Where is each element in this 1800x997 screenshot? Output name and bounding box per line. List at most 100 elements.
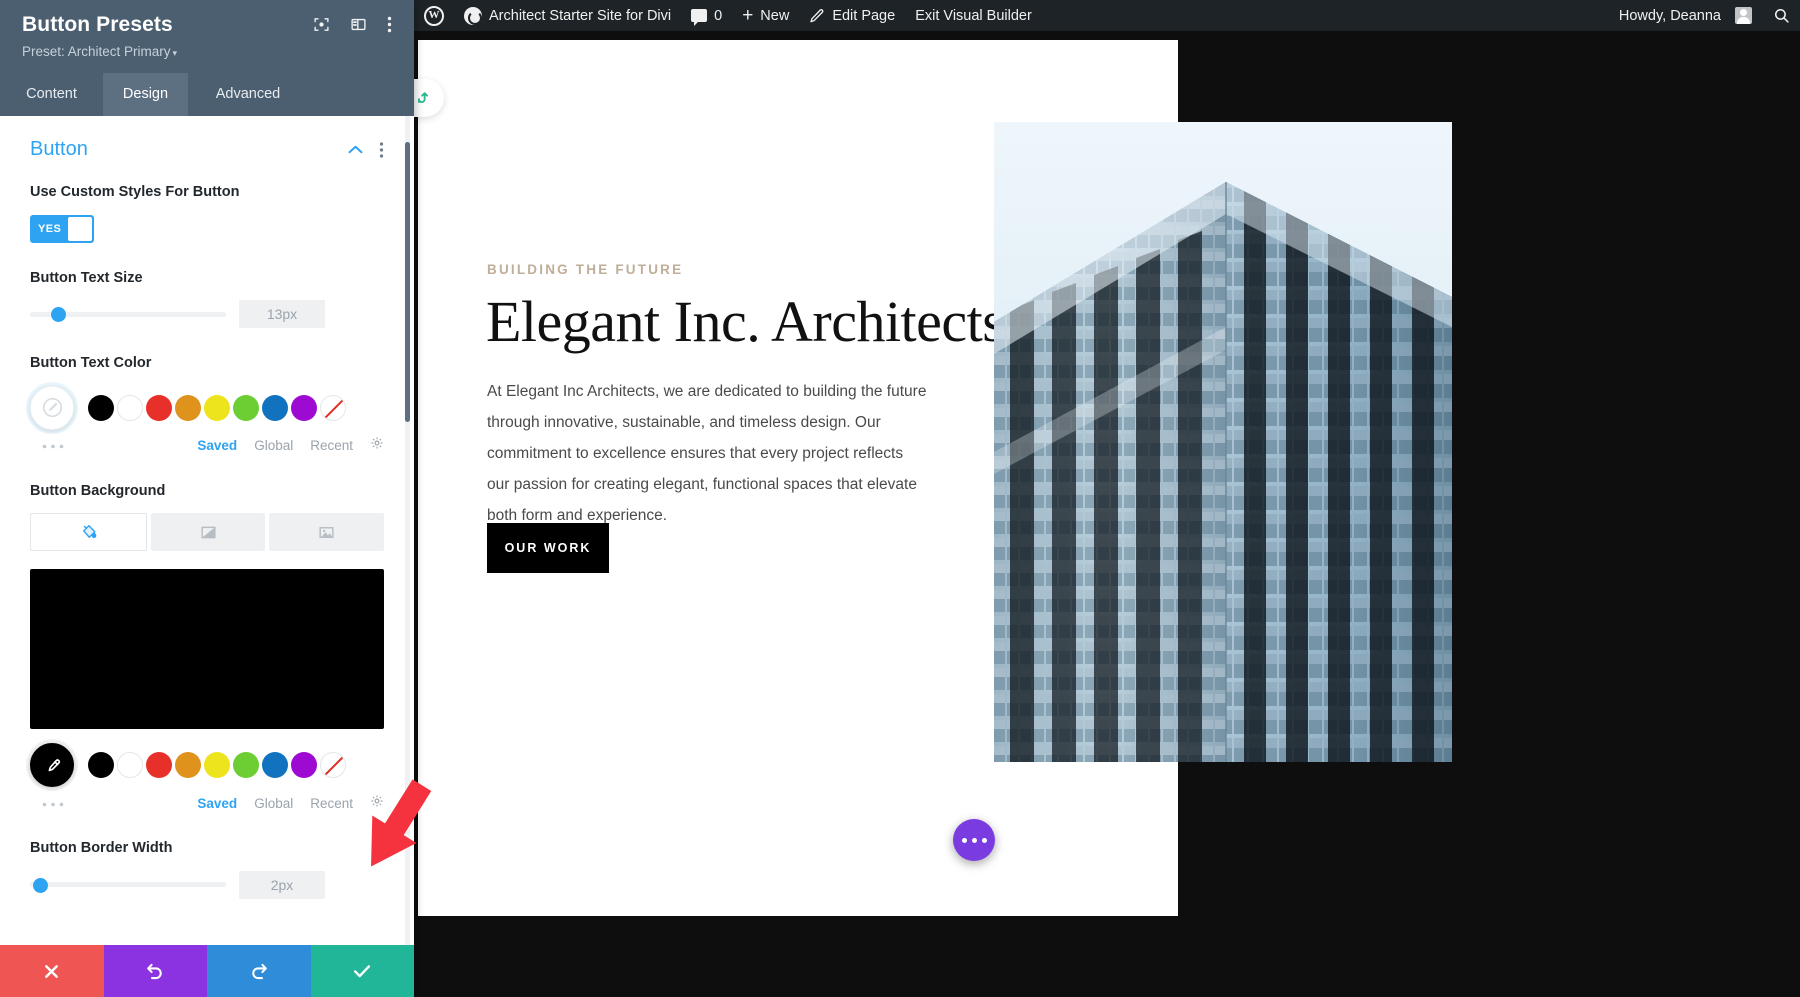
wordpress-logo-icon[interactable]: W bbox=[414, 0, 454, 31]
site-name-menu[interactable]: Architect Starter Site for Divi bbox=[454, 0, 681, 31]
swatch-white[interactable] bbox=[117, 395, 143, 421]
text-color-saved-link[interactable]: Saved bbox=[197, 438, 237, 453]
swatch-black[interactable] bbox=[88, 752, 114, 778]
button-section-header[interactable]: Button bbox=[30, 138, 384, 161]
border-width-slider[interactable] bbox=[30, 874, 226, 896]
our-work-button[interactable]: OUR WORK bbox=[487, 523, 609, 573]
search-icon[interactable] bbox=[1762, 0, 1800, 31]
visual-builder-canvas: BUILDING THE FUTURE Elegant Inc. Archite… bbox=[414, 31, 1800, 997]
text-size-slider[interactable] bbox=[30, 303, 226, 325]
chevron-up-icon[interactable] bbox=[348, 141, 363, 158]
slider-knob[interactable] bbox=[33, 878, 48, 893]
hero-body-text: At Elegant Inc Architects, we are dedica… bbox=[487, 376, 927, 531]
swatch-red[interactable] bbox=[146, 752, 172, 778]
field-label: Button Text Size bbox=[30, 269, 384, 289]
background-image-tab[interactable] bbox=[269, 513, 384, 551]
preset-selector[interactable]: Preset: Architect Primary▾ bbox=[22, 44, 392, 73]
swatch-purple[interactable] bbox=[291, 395, 317, 421]
panel-title: Button Presets bbox=[22, 13, 173, 36]
field-label: Button Background bbox=[30, 482, 384, 502]
text-size-value[interactable]: 13px bbox=[239, 300, 325, 328]
preset-label: Preset: Architect Primary bbox=[22, 44, 171, 59]
layout-columns-icon[interactable] bbox=[350, 16, 367, 38]
border-width-value[interactable]: 2px bbox=[239, 871, 325, 899]
background-type-tabs bbox=[30, 513, 384, 551]
field-label: Button Text Color bbox=[30, 354, 384, 374]
swatch-green[interactable] bbox=[233, 395, 259, 421]
swatch-yellow[interactable] bbox=[204, 395, 230, 421]
tab-design[interactable]: Design bbox=[103, 73, 188, 116]
field-button-text-size: Button Text Size 13px bbox=[30, 269, 384, 329]
field-use-custom-styles: Use Custom Styles For Button YES bbox=[30, 183, 384, 243]
text-color-recent-link[interactable]: Recent bbox=[310, 438, 353, 453]
wordpress-admin-bar: W Architect Starter Site for Divi 0 + Ne… bbox=[414, 0, 1800, 31]
background-global-link[interactable]: Global bbox=[254, 796, 293, 811]
new-content-menu[interactable]: + New bbox=[732, 0, 799, 31]
swatch-yellow[interactable] bbox=[204, 752, 230, 778]
cancel-button[interactable] bbox=[0, 945, 104, 997]
user-avatar-icon bbox=[1735, 7, 1752, 24]
comments-menu[interactable]: 0 bbox=[681, 0, 732, 31]
panel-body: Button bbox=[0, 116, 414, 997]
divi-builder-arrow-icon[interactable] bbox=[414, 79, 444, 117]
swatch-orange[interactable] bbox=[175, 752, 201, 778]
gear-icon[interactable] bbox=[370, 794, 384, 813]
swatch-none[interactable] bbox=[320, 395, 346, 421]
more-horizontal-icon[interactable] bbox=[30, 442, 64, 449]
field-button-border-width: Button Border Width 2px bbox=[30, 839, 384, 899]
more-vertical-icon[interactable] bbox=[387, 16, 392, 38]
swatch-blue[interactable] bbox=[262, 752, 288, 778]
account-menu[interactable]: Howdy, Deanna bbox=[1609, 0, 1762, 31]
comment-bubble-icon bbox=[691, 9, 707, 22]
eyedropper-icon[interactable] bbox=[30, 386, 74, 430]
more-horizontal-icon[interactable] bbox=[30, 800, 64, 807]
site-dashboard-icon bbox=[464, 7, 482, 25]
save-button[interactable] bbox=[311, 945, 415, 997]
background-gradient-tab[interactable] bbox=[151, 513, 266, 551]
swatch-none[interactable] bbox=[320, 752, 346, 778]
screen-root: BUILDING THE FUTURE Elegant Inc. Archite… bbox=[0, 0, 1800, 997]
slider-knob[interactable] bbox=[51, 307, 66, 322]
swatch-white[interactable] bbox=[117, 752, 143, 778]
field-label: Use Custom Styles For Button bbox=[30, 183, 384, 203]
text-color-global-link[interactable]: Global bbox=[254, 438, 293, 453]
swatch-black[interactable] bbox=[88, 395, 114, 421]
edit-page-label: Edit Page bbox=[832, 8, 895, 24]
tab-content[interactable]: Content bbox=[0, 73, 103, 116]
panel-scrollbar-thumb[interactable] bbox=[405, 142, 410, 422]
comments-count: 0 bbox=[714, 8, 722, 24]
panel-tabs: Content Design Advanced bbox=[0, 73, 414, 116]
new-label: New bbox=[760, 8, 789, 24]
chevron-down-icon: ▾ bbox=[173, 48, 178, 58]
toggle-value-label: YES bbox=[31, 223, 68, 235]
pencil-icon bbox=[809, 8, 825, 24]
panel-header: Button Presets bbox=[0, 0, 414, 73]
plus-icon: + bbox=[742, 6, 753, 25]
more-vertical-icon[interactable] bbox=[379, 142, 384, 158]
background-color-swatches bbox=[30, 743, 384, 787]
background-saved-link[interactable]: Saved bbox=[197, 796, 237, 811]
swatch-green[interactable] bbox=[233, 752, 259, 778]
background-recent-link[interactable]: Recent bbox=[310, 796, 353, 811]
exit-visual-builder-link[interactable]: Exit Visual Builder bbox=[905, 0, 1042, 31]
custom-styles-toggle[interactable]: YES bbox=[30, 215, 94, 243]
slider-track bbox=[30, 882, 226, 887]
section-title: Button bbox=[30, 138, 88, 161]
background-color-tab[interactable] bbox=[30, 513, 147, 551]
tab-advanced[interactable]: Advanced bbox=[188, 73, 308, 116]
page-sheet: BUILDING THE FUTURE Elegant Inc. Archite… bbox=[418, 40, 1178, 916]
swatch-red[interactable] bbox=[146, 395, 172, 421]
swatch-orange[interactable] bbox=[175, 395, 201, 421]
swatch-blue[interactable] bbox=[262, 395, 288, 421]
field-button-text-color: Button Text Color bbox=[30, 354, 384, 456]
redo-button[interactable] bbox=[207, 945, 311, 997]
background-color-preview[interactable] bbox=[30, 569, 384, 729]
howdy-label: Howdy, Deanna bbox=[1619, 8, 1721, 24]
gear-icon[interactable] bbox=[370, 436, 384, 455]
undo-button[interactable] bbox=[104, 945, 208, 997]
edit-page-menu[interactable]: Edit Page bbox=[799, 0, 905, 31]
focus-target-icon[interactable] bbox=[313, 16, 330, 38]
eyedropper-icon[interactable] bbox=[30, 743, 74, 787]
more-options-icon[interactable] bbox=[953, 819, 995, 861]
swatch-purple[interactable] bbox=[291, 752, 317, 778]
